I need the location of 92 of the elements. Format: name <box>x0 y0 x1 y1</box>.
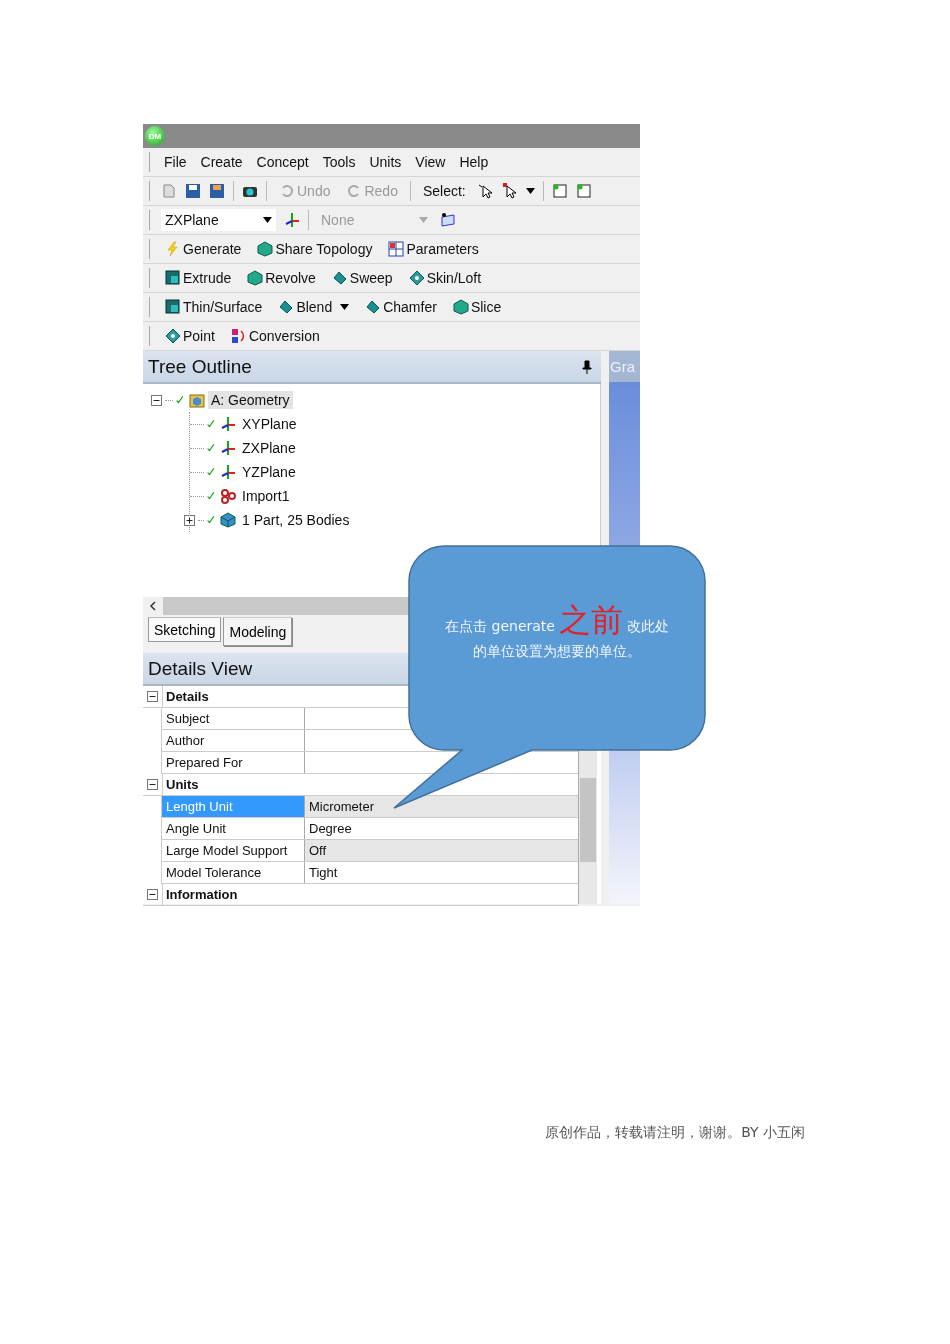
wedge-icon <box>365 299 382 315</box>
table-icon <box>388 241 405 257</box>
cube-icon <box>247 270 264 286</box>
wedge-icon <box>331 270 348 286</box>
document-icon <box>161 183 177 199</box>
tree-item[interactable]: Import1 <box>239 487 293 505</box>
selection-box-icon <box>551 183 568 199</box>
check-icon <box>207 466 217 478</box>
property-name[interactable]: Prepared For <box>161 752 305 773</box>
menu-item[interactable]: Help <box>456 154 492 170</box>
scroll-left-icon[interactable] <box>149 601 157 611</box>
check-icon <box>176 394 186 406</box>
callout-text: 在点击 generate 之前 改此处 的单位设置为想要的单位。 <box>444 600 670 660</box>
select-button[interactable]: Select: <box>418 181 470 201</box>
toolbar-button[interactable]: Chamfer <box>361 297 441 317</box>
toolbar-button[interactable]: Skin/Loft <box>404 268 486 288</box>
tree-item[interactable]: ZXPlane <box>239 439 299 457</box>
caption: 原创作品，转载请注明，谢谢。BY 小五闲 <box>545 1124 805 1142</box>
selection-box-icon <box>575 183 592 199</box>
tab[interactable]: Sketching <box>148 617 222 642</box>
point-icon <box>165 328 181 344</box>
wedge-icon <box>278 299 295 315</box>
toolbar-button[interactable]: Blend <box>274 297 354 317</box>
app-logo: DM <box>145 126 165 146</box>
menu-item[interactable]: View <box>412 154 449 170</box>
caret-icon[interactable] <box>340 304 350 310</box>
save-icon <box>185 183 201 199</box>
axis-icon <box>220 440 236 456</box>
panel-title: Tree Outline <box>148 355 252 378</box>
check-icon <box>207 442 217 454</box>
folder-icon <box>189 392 205 408</box>
menu-item[interactable]: File <box>161 154 190 170</box>
menu-item[interactable]: Create <box>197 154 246 170</box>
toolbar-button[interactable]: Slice <box>448 297 506 317</box>
caret-icon[interactable] <box>525 188 535 194</box>
check-icon <box>207 490 217 502</box>
tree-item[interactable]: XYPlane <box>239 415 300 433</box>
check-icon <box>207 514 217 526</box>
toolbar-button[interactable]: Generate <box>161 239 246 259</box>
panel-title: Details View <box>148 657 253 680</box>
toolbar-button[interactable]: Conversion <box>226 326 324 346</box>
property-name[interactable]: Large Model Support <box>161 840 305 861</box>
toolbar-button[interactable]: Share Topology <box>253 239 377 259</box>
collapse-toggle[interactable] <box>147 779 158 790</box>
property-name[interactable]: Angle Unit <box>161 818 305 839</box>
sketch-plane-icon <box>440 212 456 228</box>
undo-icon <box>279 183 295 199</box>
cube-icon <box>220 512 236 528</box>
menu-item[interactable]: Concept <box>253 154 312 170</box>
toolbar-button[interactable]: Sweep <box>327 268 397 288</box>
tree-item[interactable]: A: Geometry <box>208 391 293 409</box>
tab[interactable]: Modeling <box>223 617 293 646</box>
expand-toggle[interactable] <box>184 514 195 526</box>
property-name[interactable]: Author <box>161 730 305 751</box>
toolbar-button[interactable]: Thin/Surface <box>161 297 267 317</box>
plane-dropdown[interactable]: ZXPlane <box>161 209 276 231</box>
tree-item[interactable]: 1 Part, 25 Bodies <box>239 511 353 529</box>
group-title: Units <box>162 774 199 795</box>
solid-icon <box>165 270 181 286</box>
caret-icon[interactable] <box>263 217 272 223</box>
property-name[interactable]: Subject <box>161 708 305 729</box>
axis-icon <box>284 212 300 228</box>
property-value[interactable]: Micrometer <box>305 796 578 817</box>
toolbar-button[interactable]: Parameters <box>384 239 483 259</box>
menu-item[interactable]: Units <box>366 154 405 170</box>
pin-icon <box>579 358 595 375</box>
collapse-toggle[interactable] <box>151 394 162 406</box>
cursor-icon <box>477 183 494 199</box>
tree-item[interactable]: YZPlane <box>239 463 299 481</box>
menu-item[interactable]: Tools <box>319 154 359 170</box>
conversion-icon <box>230 328 247 344</box>
property-value[interactable]: Off <box>305 840 578 861</box>
panel-title: Gra <box>609 351 640 382</box>
import-icon <box>220 488 236 504</box>
check-icon <box>207 418 217 430</box>
point-icon <box>408 270 425 286</box>
save-icon <box>209 183 225 199</box>
lightning-icon <box>165 241 181 257</box>
cursor-icon <box>501 183 518 199</box>
collapse-toggle[interactable] <box>147 691 158 702</box>
cube-icon <box>257 241 274 257</box>
toolbar-button[interactable]: Revolve <box>243 268 320 288</box>
solid-icon <box>165 299 181 315</box>
collapse-toggle[interactable] <box>147 889 158 900</box>
cube-icon <box>452 299 469 315</box>
toolbar-button[interactable]: Point <box>161 326 219 346</box>
group-title: Details <box>162 686 209 707</box>
group-title: Information <box>162 884 238 905</box>
axis-icon <box>220 464 236 480</box>
toolbar-button[interactable]: Extrude <box>161 268 236 288</box>
axis-icon <box>220 416 236 432</box>
property-name[interactable]: Model Tolerance <box>161 862 305 883</box>
